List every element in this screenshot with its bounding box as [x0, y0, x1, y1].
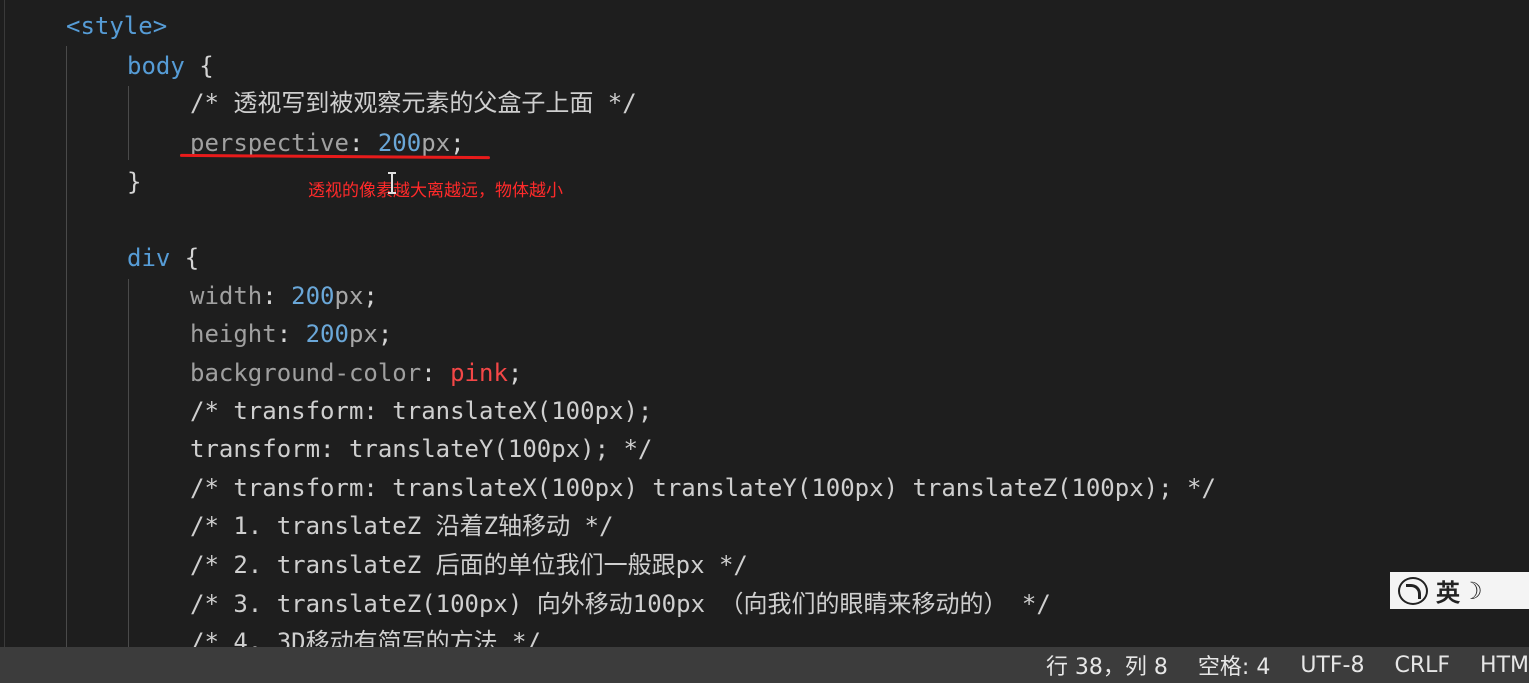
code-token: 200	[305, 320, 349, 348]
code-line[interactable]: }	[127, 167, 141, 197]
code-token: {	[184, 52, 214, 80]
ime-logo-icon[interactable]	[1398, 576, 1428, 605]
code-line[interactable]: /* 透视写到被观察元素的父盒子上面 */	[190, 88, 637, 118]
code-token: 200	[291, 282, 335, 310]
code-token: /* 1. translateZ 沿着Z轴移动 */	[190, 512, 614, 540]
moon-icon[interactable]: ☽	[1468, 577, 1482, 605]
text-cursor-icon	[388, 172, 399, 194]
code-line[interactable]: /* transform: translateX(100px) translat…	[190, 473, 1216, 503]
code-token: :	[421, 359, 451, 387]
code-token: pink	[450, 359, 508, 387]
code-line[interactable]: transform: translateY(100px); */	[190, 434, 652, 464]
code-line[interactable]: /* 1. translateZ 沿着Z轴移动 */	[190, 511, 613, 541]
code-line[interactable]: <style>	[66, 11, 167, 41]
code-token: px	[334, 282, 364, 310]
status-cursor-position[interactable]: 行 38，列 8	[1046, 649, 1168, 681]
code-token: 200	[377, 129, 422, 157]
status-bar: 行 38，列 8 空格: 4 UTF-8 CRLF HTM	[0, 647, 1529, 683]
status-indentation[interactable]: 空格: 4	[1198, 649, 1270, 681]
code-token: /* 透视写到被观察元素的父盒子上面 */	[190, 89, 637, 117]
code-token: :	[262, 282, 292, 310]
code-token: ;	[363, 282, 378, 310]
indent-guide	[128, 279, 129, 647]
status-encoding[interactable]: UTF-8	[1300, 653, 1364, 678]
code-token: background-color	[190, 359, 422, 387]
code-token: width	[190, 282, 263, 310]
code-token: ;	[377, 320, 393, 348]
indent-guide	[66, 46, 67, 647]
code-token: /* 4. 3D移动有简写的方法 */	[190, 628, 541, 647]
code-line[interactable]: height: 200px;	[190, 319, 392, 349]
ime-toolbar[interactable]: 英 ☽	[1390, 572, 1529, 609]
code-token: /* transform: translateX(100px);	[190, 397, 653, 425]
code-token: ;	[450, 129, 465, 157]
code-line[interactable]: /* transform: translateX(100px);	[190, 396, 652, 426]
code-line[interactable]: body {	[127, 51, 214, 81]
code-token: div	[127, 244, 171, 272]
code-line[interactable]: width: 200px;	[190, 281, 378, 311]
code-line[interactable]: div {	[127, 243, 199, 273]
code-token: body	[127, 52, 185, 80]
code-token: <style>	[66, 12, 168, 40]
code-token: perspective	[190, 129, 349, 157]
code-token: {	[170, 244, 200, 272]
code-token: ;	[507, 359, 523, 387]
code-line[interactable]: /* 3. translateZ(100px) 向外移动100px （向我们的眼…	[190, 589, 1051, 619]
code-token: height	[190, 320, 277, 348]
code-token: /* transform: translateX(100px) translat…	[190, 474, 1216, 502]
status-language-mode[interactable]: HTM	[1480, 653, 1529, 678]
code-token: px	[421, 129, 451, 157]
code-token: :	[348, 129, 378, 157]
ime-language-toggle[interactable]: 英	[1436, 573, 1460, 608]
code-token: /* 3. translateZ(100px) 向外移动100px （向我们的眼…	[190, 590, 1051, 618]
code-line[interactable]: background-color: pink;	[190, 358, 522, 388]
code-line[interactable]: /* 4. 3D移动有简写的方法 */	[190, 627, 541, 647]
code-token: transform: translateY(100px); */	[190, 435, 653, 463]
indent-guide	[128, 86, 129, 160]
code-token: px	[348, 320, 378, 348]
gutter-border	[4, 0, 5, 647]
code-token: :	[276, 320, 306, 348]
annotation-text: 透视的像素越大离越远，物体越小	[308, 181, 563, 201]
code-token: }	[127, 168, 142, 196]
code-editor[interactable]: <style> body { /* 透视写到被观察元素的父盒子上面 */ perspe…	[0, 0, 1529, 647]
code-line[interactable]: /* 2. translateZ 后面的单位我们一般跟px */	[190, 550, 748, 580]
code-token: /* 2. translateZ 后面的单位我们一般跟px */	[190, 551, 748, 579]
status-line-ending[interactable]: CRLF	[1394, 653, 1450, 678]
